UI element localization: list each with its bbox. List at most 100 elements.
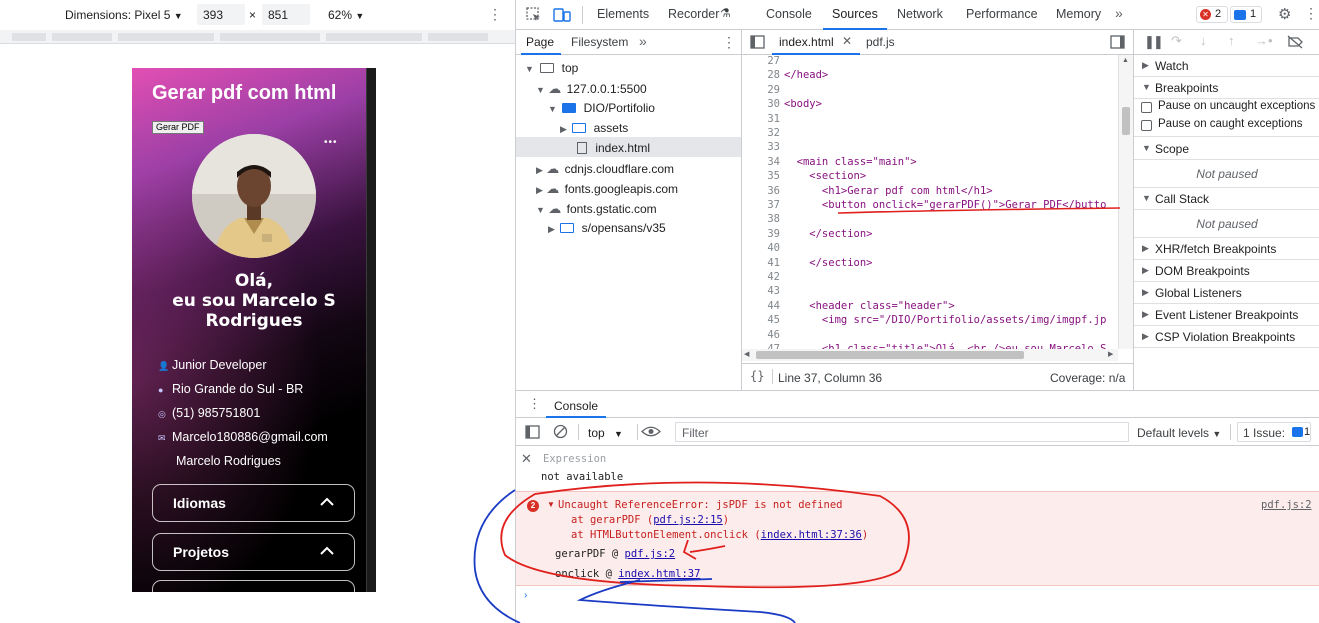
code-line[interactable]: 27 (742, 55, 1118, 69)
code-line[interactable]: 32 (742, 127, 1118, 141)
scroll-thumb[interactable] (1122, 107, 1130, 135)
more-options-icon[interactable]: ⋮ (722, 34, 736, 51)
context-selector[interactable]: top ▼ (588, 426, 623, 440)
editor-horizontal-scrollbar[interactable]: ◀ ▶ (742, 349, 1118, 361)
code-line[interactable]: 31 (742, 113, 1118, 127)
section-global-listeners[interactable]: ▶ Global Listeners (1134, 282, 1319, 304)
code-line[interactable]: 33 (742, 141, 1118, 155)
tree-node-index-html[interactable]: index.html (575, 141, 650, 155)
tab-page[interactable]: Page (526, 35, 554, 49)
code-line[interactable]: 35 <section> (742, 170, 1118, 184)
more-icon[interactable]: ••• (324, 137, 338, 148)
error-message[interactable]: 2 ▼ Uncaught ReferenceError: jsPDF is no… (516, 491, 1319, 586)
source-link[interactable]: pdf.js:2 (1261, 499, 1312, 511)
line-number[interactable]: 41 (742, 257, 780, 269)
deactivate-breakpoints-icon[interactable] (1287, 35, 1303, 49)
width-input[interactable]: 393 (197, 4, 245, 25)
line-number[interactable]: 38 (742, 213, 780, 225)
editor-vertical-scrollbar[interactable]: ▲ (1118, 55, 1133, 349)
more-options-icon[interactable]: ⋮ (1304, 5, 1318, 22)
section-event-listener-breakpoints[interactable]: ▶ Event Listener Breakpoints (1134, 304, 1319, 326)
line-number[interactable]: 42 (742, 271, 780, 283)
code-line[interactable]: 36 <h1>Gerar pdf com html</h1> (742, 185, 1118, 199)
line-number[interactable]: 43 (742, 285, 780, 297)
tree-node-localhost[interactable]: ▼ ☁ 127.0.0.1:5500 (536, 81, 647, 97)
toggle-debugger-icon[interactable] (1110, 35, 1125, 49)
close-icon[interactable]: ✕ (842, 34, 852, 48)
code-line[interactable]: 29 (742, 84, 1118, 98)
inspect-element-icon[interactable] (526, 7, 542, 23)
line-number[interactable]: 34 (742, 156, 780, 168)
step-icon[interactable]: →• (1255, 33, 1273, 48)
tab-memory[interactable]: Memory (1056, 7, 1101, 21)
section-watch[interactable]: ▶ Watch (1134, 55, 1319, 77)
line-number[interactable]: 35 (742, 170, 780, 182)
log-levels-dropdown[interactable]: Default levels ▼ (1137, 426, 1221, 440)
code-line[interactable]: 38 (742, 213, 1118, 227)
frame-link-index-html[interactable]: index.html:37 (618, 568, 700, 580)
step-over-icon[interactable]: ↷ (1171, 33, 1182, 49)
tree-node-opensans[interactable]: ▶ s/opensans/v35 (548, 221, 666, 235)
tab-recorder[interactable]: Recorder (668, 7, 719, 21)
tab-filesystem[interactable]: Filesystem (571, 35, 628, 49)
stack-link-index-html[interactable]: index.html:37:36 (761, 529, 862, 541)
line-number[interactable]: 36 (742, 185, 780, 197)
line-number[interactable]: 37 (742, 199, 780, 211)
code-line[interactable]: 44 <header class="header"> (742, 300, 1118, 314)
line-number[interactable]: 44 (742, 300, 780, 312)
message-counter[interactable]: 1 (1230, 6, 1262, 23)
code-line[interactable]: 46 (742, 329, 1118, 343)
line-number[interactable]: 39 (742, 228, 780, 240)
line-number[interactable]: 29 (742, 84, 780, 96)
accordion-projetos[interactable]: Projetos (152, 533, 355, 571)
section-dom-breakpoints[interactable]: ▶ DOM Breakpoints (1134, 260, 1319, 282)
tree-node-cdnjs[interactable]: ▶ ☁ cdnjs.cloudflare.com (536, 161, 674, 177)
line-number[interactable]: 30 (742, 98, 780, 110)
tab-sources[interactable]: Sources (832, 7, 878, 21)
show-sidebar-icon[interactable] (525, 425, 540, 439)
tree-node-googleapis[interactable]: ▶ ☁ fonts.googleapis.com (536, 181, 678, 197)
gear-icon[interactable]: ⚙ (1278, 5, 1291, 23)
tab-console[interactable]: Console (766, 7, 812, 21)
toggle-navigator-icon[interactable] (750, 35, 765, 49)
step-into-icon[interactable]: ↓ (1200, 33, 1207, 48)
line-number[interactable]: 45 (742, 314, 780, 326)
drawer-tab-console[interactable]: Console (554, 399, 598, 413)
checkbox[interactable] (1141, 120, 1152, 131)
zoom-dropdown[interactable]: 62% ▼ (328, 8, 364, 22)
stack-link-pdf-js[interactable]: pdf.js:2:15 (653, 514, 723, 526)
code-line[interactable]: 43 (742, 285, 1118, 299)
section-csp-violation-breakpoints[interactable]: ▶ CSP Violation Breakpoints (1134, 326, 1319, 348)
accordion-next[interactable] (152, 580, 355, 592)
code-line[interactable]: 42 (742, 271, 1118, 285)
eye-icon[interactable] (641, 425, 661, 438)
height-input[interactable]: 851 (262, 4, 310, 25)
section-breakpoints[interactable]: ▼ Breakpoints (1134, 77, 1319, 99)
pause-caught-checkbox[interactable]: Pause on caught exceptions (1134, 117, 1319, 135)
frame-link-pdf-js[interactable]: pdf.js:2 (625, 548, 676, 560)
line-number[interactable]: 28 (742, 69, 780, 81)
pause-uncaught-checkbox[interactable]: Pause on uncaught exceptions (1134, 99, 1319, 117)
device-toolbar-icon[interactable] (553, 7, 571, 23)
line-number[interactable]: 31 (742, 113, 780, 125)
more-tabs-icon[interactable]: » (639, 33, 647, 49)
line-number[interactable]: 32 (742, 127, 780, 139)
code-line[interactable]: 39 </section> (742, 228, 1118, 242)
tree-node-top[interactable]: ▼ top (525, 61, 578, 75)
code-line[interactable]: 30 <body> (742, 98, 1118, 112)
more-tabs-icon[interactable]: » (1115, 5, 1123, 21)
issues-button[interactable]: 1 Issue: 1 (1237, 422, 1311, 442)
code-line[interactable]: 34 <main class="main"> (742, 156, 1118, 170)
code-editor[interactable]: 27 28 </head> 29 30 <body> 31 32 33 34 <main clas… (742, 55, 1118, 349)
remove-expression-icon[interactable]: ✕ (521, 451, 532, 467)
clear-console-icon[interactable] (553, 424, 568, 439)
line-number[interactable]: 27 (742, 55, 780, 67)
line-number[interactable]: 40 (742, 242, 780, 254)
pause-resume-icon[interactable]: ❚❚ (1144, 34, 1164, 50)
gerar-pdf-button[interactable]: Gerar PDF (152, 121, 204, 134)
editor-tab-index-html[interactable]: index.html ✕ (772, 30, 860, 55)
tab-performance[interactable]: Performance (966, 7, 1038, 21)
line-number[interactable]: 46 (742, 329, 780, 341)
section-xhr-fetch-breakpoints[interactable]: ▶ XHR/fetch Breakpoints (1134, 238, 1319, 260)
more-options-icon[interactable]: ⋮ (488, 6, 502, 23)
